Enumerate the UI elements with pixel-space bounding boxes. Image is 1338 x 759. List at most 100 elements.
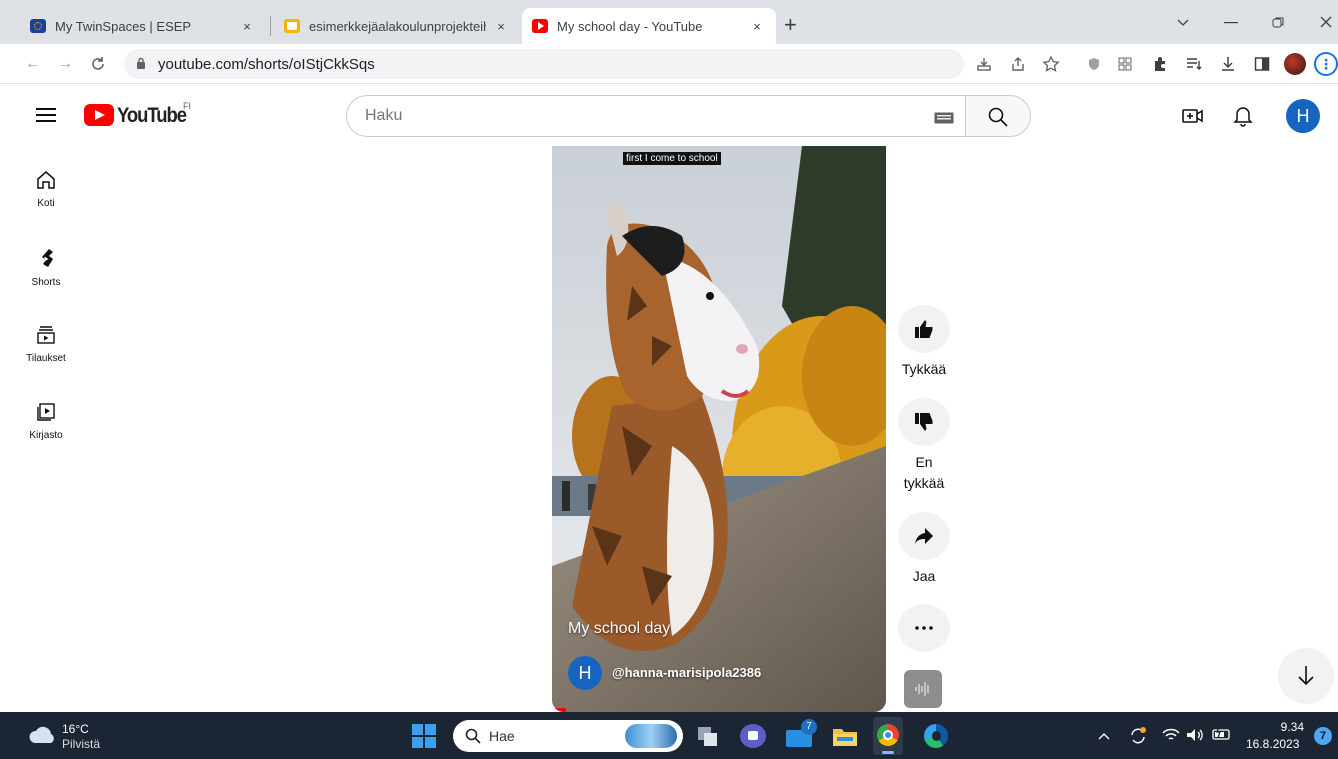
- arrow-down-icon: [1298, 666, 1314, 686]
- url-text: youtube.com/shorts/oIStjCkkSqs: [158, 56, 375, 73]
- video-caption: first I come to school: [623, 152, 721, 165]
- search-box[interactable]: [346, 95, 966, 137]
- battery-icon[interactable]: [1212, 727, 1232, 741]
- sidebar-item-subscriptions[interactable]: Tilaukset: [0, 325, 92, 364]
- search-highlight-icon[interactable]: [625, 724, 677, 748]
- like-button[interactable]: [898, 305, 950, 353]
- shorts-video-player[interactable]: first I come to school My school day H @…: [552, 146, 886, 712]
- video-title[interactable]: My school day: [568, 620, 670, 638]
- tab-youtube[interactable]: My school day - YouTube ×: [522, 8, 776, 44]
- extension-grid-icon[interactable]: [1118, 57, 1132, 71]
- install-app-icon[interactable]: [976, 56, 992, 72]
- slides-icon: [284, 19, 300, 33]
- close-tab-icon[interactable]: ×: [492, 19, 510, 34]
- browser-toolbar: ← → youtube.com/shorts/oIStjCkkSqs ⋮: [0, 44, 1338, 84]
- create-video-icon[interactable]: [1182, 107, 1204, 125]
- share-arrow-icon: [915, 528, 933, 544]
- youtube-favicon-icon: [532, 19, 548, 33]
- library-icon: [37, 403, 55, 421]
- tab-slides[interactable]: esimerkkejäalakoulunprojekteihin ×: [274, 8, 520, 44]
- clock-date[interactable]: 16.8.2023: [1246, 737, 1299, 751]
- lock-icon[interactable]: [136, 57, 146, 70]
- youtube-header: YouTube FI H: [0, 85, 1338, 145]
- downloads-icon[interactable]: [1220, 56, 1236, 72]
- chrome-app-icon: [877, 724, 899, 746]
- forward-icon[interactable]: →: [54, 53, 76, 75]
- wifi-icon[interactable]: [1162, 728, 1180, 742]
- channel-avatar[interactable]: H: [568, 656, 602, 690]
- more-dots-icon: [915, 626, 933, 630]
- taskbar-search-box[interactable]: Hae: [453, 720, 683, 752]
- tab-title: esimerkkejäalakoulunprojekteihin: [309, 18, 486, 34]
- shorts-icon: [42, 249, 53, 267]
- clock-time[interactable]: 9.34: [1278, 720, 1304, 734]
- subscriptions-icon: [37, 326, 55, 344]
- mail-badge: 7: [801, 719, 817, 735]
- chevron-up-icon[interactable]: [1098, 732, 1110, 740]
- keyboard-icon[interactable]: [934, 112, 954, 124]
- extensions-puzzle-icon[interactable]: [1152, 56, 1168, 72]
- dislike-button[interactable]: [898, 398, 950, 446]
- sync-status-icon[interactable]: [1128, 725, 1148, 747]
- thumbs-down-icon: [915, 413, 933, 431]
- weather-condition: Pilvistä: [62, 737, 101, 751]
- thumbs-up-icon: [915, 320, 933, 338]
- notifications-bell-icon[interactable]: [1233, 105, 1253, 127]
- sidebar-item-label: Kirjasto: [29, 430, 63, 441]
- hamburger-menu-icon[interactable]: [36, 107, 56, 123]
- reading-list-icon[interactable]: [1186, 57, 1202, 71]
- tab-title: My school day - YouTube: [557, 18, 703, 34]
- search-icon: [465, 728, 481, 744]
- sidebar-item-shorts[interactable]: Shorts: [0, 247, 92, 288]
- youtube-wordmark: YouTube: [117, 104, 187, 127]
- search-input[interactable]: [365, 107, 905, 125]
- back-icon[interactable]: ←: [22, 53, 44, 75]
- account-avatar[interactable]: H: [1286, 99, 1320, 133]
- edge-app-icon[interactable]: [924, 724, 948, 748]
- tab-twinspaces[interactable]: My TwinSpaces | ESEP ×: [20, 8, 266, 44]
- channel-name[interactable]: @hanna-marisipola2386: [612, 665, 761, 680]
- taskbar-chrome-active[interactable]: [873, 717, 903, 755]
- extension-shield-icon[interactable]: [1088, 57, 1100, 71]
- sidebar-item-label: Koti: [37, 198, 55, 209]
- bookmark-star-icon[interactable]: [1042, 55, 1060, 73]
- side-panel-icon[interactable]: [1254, 56, 1270, 72]
- close-window-icon[interactable]: [1320, 16, 1332, 28]
- sound-thumbnail[interactable]: [904, 670, 942, 708]
- new-tab-button[interactable]: +: [784, 12, 797, 38]
- like-label: Tykkää: [901, 361, 947, 377]
- next-video-button[interactable]: [1278, 648, 1334, 704]
- tab-search-icon[interactable]: [1176, 18, 1190, 28]
- tab-title: My TwinSpaces | ESEP: [55, 18, 192, 34]
- temperature[interactable]: 16°C: [62, 722, 89, 736]
- minimize-icon[interactable]: [1224, 22, 1238, 24]
- youtube-logo-icon[interactable]: [84, 104, 114, 126]
- share-button[interactable]: [898, 512, 950, 560]
- search-icon: [988, 107, 1008, 127]
- dislike-label-line1: En: [915, 454, 933, 470]
- cloud-weather-icon[interactable]: [28, 726, 56, 744]
- chrome-menu-icon[interactable]: ⋮: [1314, 52, 1338, 76]
- volume-icon[interactable]: [1186, 727, 1204, 743]
- home-icon: [37, 171, 55, 189]
- browser-tab-strip: My TwinSpaces | ESEP × esimerkkejäalakou…: [0, 0, 1338, 48]
- windows-taskbar: 16°C Pilvistä Hae 7 9.34 16.8.2023 7: [0, 712, 1338, 759]
- search-button[interactable]: [965, 95, 1031, 137]
- address-bar[interactable]: youtube.com/shorts/oIStjCkkSqs: [124, 49, 1060, 79]
- tab-separator: [270, 16, 271, 36]
- share-page-icon[interactable]: [1010, 56, 1026, 72]
- restore-icon[interactable]: [1272, 16, 1284, 28]
- mail-icon[interactable]: 7: [786, 719, 817, 747]
- profile-avatar[interactable]: [1284, 53, 1306, 75]
- sidebar-item-home[interactable]: Koti: [0, 170, 92, 209]
- reload-icon[interactable]: [90, 56, 106, 72]
- teams-chat-icon[interactable]: [740, 724, 766, 748]
- task-view-icon[interactable]: [696, 725, 720, 747]
- sidebar-item-library[interactable]: Kirjasto: [0, 402, 92, 441]
- close-tab-icon[interactable]: ×: [748, 19, 766, 34]
- notification-badge[interactable]: 7: [1314, 727, 1332, 745]
- windows-start-icon[interactable]: [412, 724, 436, 748]
- close-tab-icon[interactable]: ×: [238, 19, 256, 34]
- file-explorer-icon[interactable]: [832, 725, 858, 747]
- more-actions-button[interactable]: [898, 604, 950, 652]
